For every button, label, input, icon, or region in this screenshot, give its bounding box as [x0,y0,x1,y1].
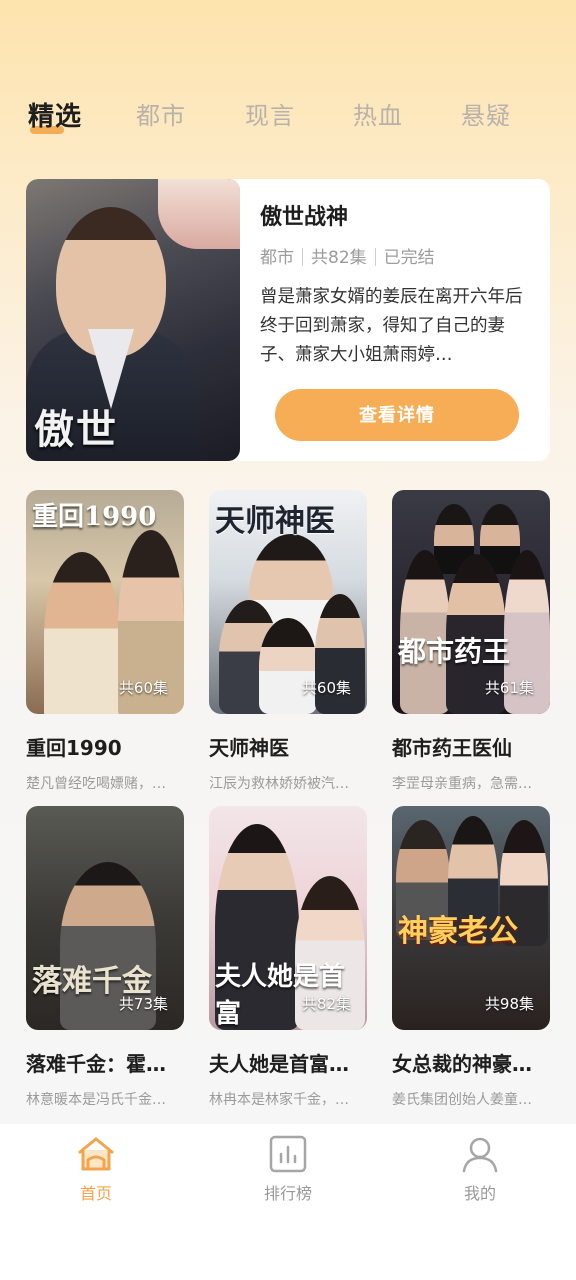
drama-title: 女总裁的神豪… [392,1052,532,1076]
drama-card[interactable]: 夫人她是首富 共82集 夫人她是首富… 林冉本是林家千金，… [209,806,367,1109]
cover-figure [158,179,240,249]
poster-title: 神豪老公 [398,914,518,949]
episode-count: 共61集 [484,679,534,697]
drama-poster[interactable]: 夫人她是首富 共82集 [209,806,367,1030]
user-icon [460,1134,500,1174]
nav-profile-label: 我的 [463,1184,496,1203]
drama-card[interactable]: 都市药王 共61集 都市药王医仙 李罡母亲重病，急需… [392,490,550,793]
chart-icon [268,1134,308,1174]
drama-card[interactable]: 落难千金 共73集 落难千金：霍… 林意暖本是冯氏千金… [26,806,184,1109]
drama-poster[interactable]: 落难千金 共73集 [26,806,184,1030]
category-tabs: 精选 都市 现言 热血 悬疑 [26,96,556,140]
drama-description: 李罡母亲重病，急需… [392,776,532,792]
poster-title: 都市药王 [398,635,511,668]
nav-home-label: 首页 [79,1184,112,1203]
drama-title: 天师神医 [209,736,289,760]
drama-card[interactable]: 天师神医 共60集 天师神医 江辰为救林娇娇被汽… [209,490,367,793]
poster-figure [44,552,120,714]
episode-count: 共82集 [311,248,367,268]
drama-description: 江辰为救林娇娇被汽… [209,776,349,792]
tab-action[interactable]: 热血 [353,96,403,131]
genre-tag: 都市 [260,248,294,268]
cover-title-text: 傲世 [34,406,118,453]
featured-meta: 都市 共82集 已完结 [260,243,435,268]
bottom-navigation: 首页 排行榜 我的 [0,1124,576,1280]
drama-title: 都市药王医仙 [392,736,512,760]
tab-selected[interactable]: 精选 [28,96,83,134]
episode-count: 共60集 [118,679,168,697]
tab-romance[interactable]: 现言 [245,96,295,131]
drama-description: 林意暖本是冯氏千金… [26,1092,166,1108]
drama-poster[interactable]: 天师神医 共60集 [209,490,367,714]
featured-cover-image[interactable]: 傲世 [26,179,240,461]
home-icon [76,1134,116,1174]
drama-card[interactable]: 神豪老公 共98集 女总裁的神豪… 姜氏集团创始人姜童… [392,806,550,1109]
episode-count: 共73集 [118,995,168,1013]
drama-poster[interactable]: 神豪老公 共98集 [392,806,550,1030]
drama-description: 楚凡曾经吃喝嫖赌，… [26,776,166,792]
view-details-button[interactable]: 查看详情 [275,389,519,441]
nav-home[interactable]: 首页 [36,1134,156,1204]
featured-title: 傲世战神 [260,205,349,230]
meta-divider [302,248,303,266]
drama-title: 重回1990 [26,736,122,760]
drama-poster[interactable]: 重回1990 共60集 [26,490,184,714]
episode-count: 共82集 [301,995,351,1013]
tab-city[interactable]: 都市 [136,96,186,131]
poster-title: 天师神医 [215,504,335,539]
drama-description: 林冉本是林家千金，… [209,1092,349,1108]
nav-ranking-label: 排行榜 [263,1184,312,1203]
episode-count: 共60集 [301,679,351,697]
drama-card[interactable]: 重回1990 共60集 重回1990 楚凡曾经吃喝嫖赌，… [26,490,184,793]
episode-count: 共98集 [484,995,534,1013]
featured-description: 曾是萧家女婿的姜辰在离开六年后终于回到萧家，得知了自己的妻子、萧家大小姐萧雨婷… [260,287,523,365]
drama-title: 夫人她是首富… [209,1052,349,1076]
poster-title: 重回1990 [32,502,157,532]
drama-poster[interactable]: 都市药王 共61集 [392,490,550,714]
drama-title: 落难千金：霍… [26,1052,166,1076]
nav-ranking[interactable]: 排行榜 [228,1134,348,1204]
tab-label: 精选 [28,102,83,132]
drama-description: 姜氏集团创始人姜童… [392,1092,532,1108]
meta-divider [374,248,376,266]
tab-mystery[interactable]: 悬疑 [461,96,511,131]
status-label: 已完结 [383,248,435,268]
poster-figure [259,618,317,714]
nav-profile[interactable]: 我的 [420,1134,540,1204]
featured-card[interactable]: 傲世 傲世战神 都市 共82集 已完结 曾是萧家女婿的姜辰在离开六年后终于回到萧家，… [26,179,550,461]
